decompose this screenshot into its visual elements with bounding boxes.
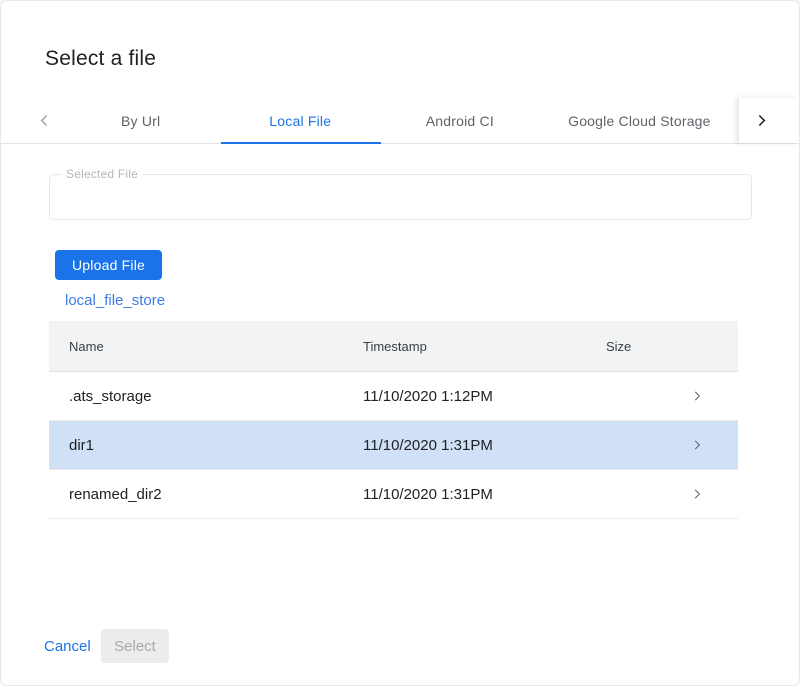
tabs-scroll-right-button[interactable] [739,98,799,143]
file-timestamp: 11/10/2020 1:31PM [363,486,606,503]
tab-bar: By Url Local File Android CI Google Clou… [1,98,799,144]
file-name: dir1 [49,437,363,454]
table-row[interactable]: dir1 11/10/2020 1:31PM [49,421,738,470]
column-header-name: Name [49,339,363,354]
tabs-scroll-left-button[interactable] [1,98,61,143]
dialog-title: Select a file [45,47,156,71]
cancel-button[interactable]: Cancel [44,636,91,657]
column-header-timestamp: Timestamp [363,339,606,354]
chevron-right-icon [690,389,740,403]
table-row[interactable]: .ats_storage 11/10/2020 1:12PM [49,372,738,421]
file-timestamp: 11/10/2020 1:12PM [363,388,606,405]
file-name: .ats_storage [49,388,363,405]
selected-file-input[interactable] [50,175,751,219]
selected-file-field: Selected File [49,174,752,220]
chevron-right-icon [690,438,740,452]
chevron-right-icon [690,487,740,501]
tab-google-cloud-storage[interactable]: Google Cloud Storage [540,98,739,143]
chevron-left-icon [36,112,53,129]
file-timestamp: 11/10/2020 1:31PM [363,437,606,454]
breadcrumb-local-file-store[interactable]: local_file_store [65,292,165,309]
tab-local-file[interactable]: Local File [220,98,380,143]
column-header-size: Size [606,339,690,354]
file-name: renamed_dir2 [49,486,363,503]
select-button[interactable]: Select [101,629,169,663]
file-table: Name Timestamp Size .ats_storage 11/10/2… [49,321,738,519]
upload-file-button[interactable]: Upload File [55,250,162,280]
tab-by-url[interactable]: By Url [61,98,221,143]
tab-android-ci[interactable]: Android CI [380,98,540,143]
select-file-dialog: Select a file By Url Local File Android … [1,1,799,685]
table-row[interactable]: renamed_dir2 11/10/2020 1:31PM [49,470,738,519]
selected-file-label: Selected File [62,167,142,181]
active-tab-underline [221,142,381,144]
table-header-row: Name Timestamp Size [49,321,738,372]
chevron-right-icon [753,112,770,129]
